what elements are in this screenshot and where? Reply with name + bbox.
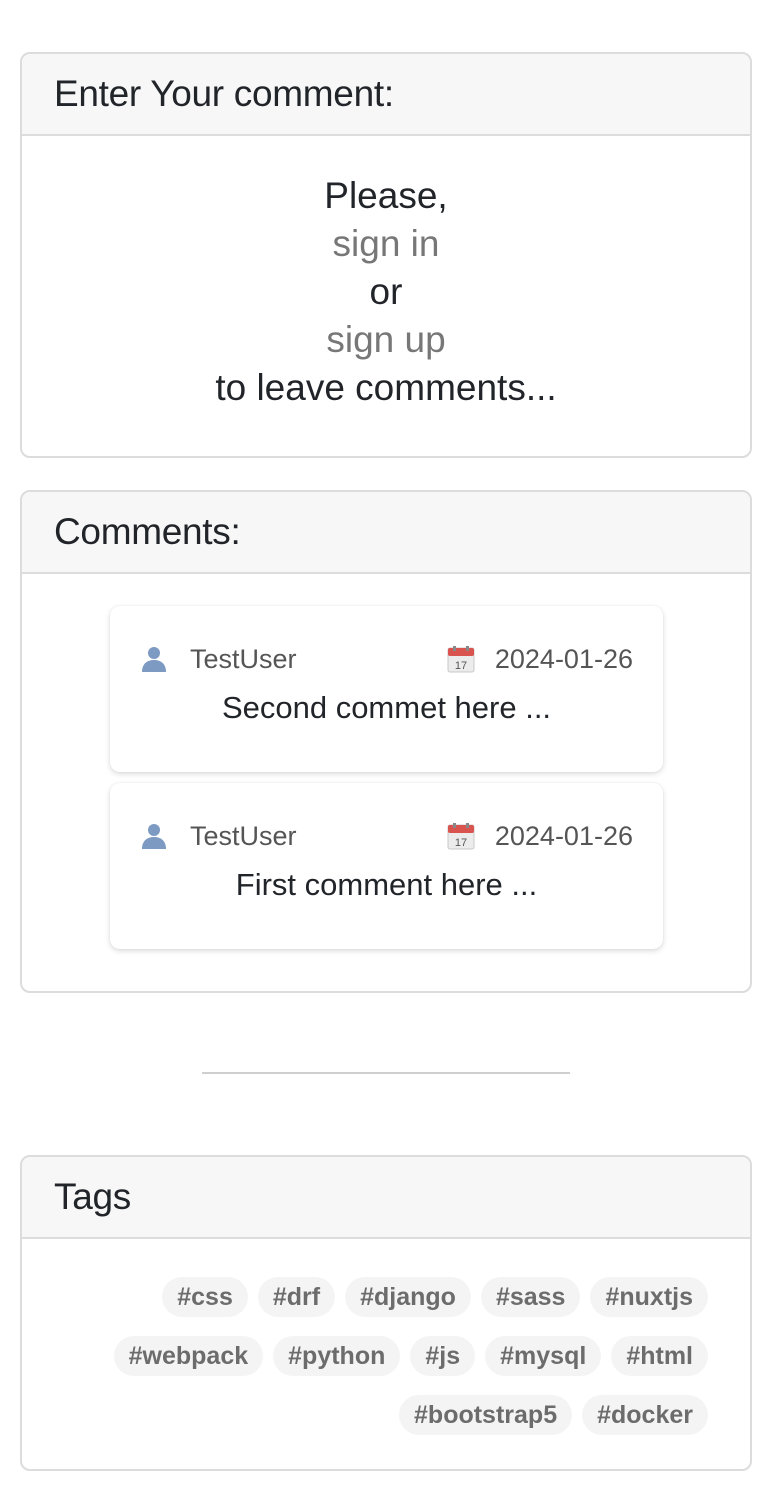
comment-date: 2024-01-26 [494, 643, 633, 674]
tag-link[interactable]: #mysql [485, 1336, 602, 1376]
signin-prompt: Please, sign in or sign up to leave comm… [22, 136, 750, 412]
tag-link[interactable]: #html [611, 1336, 708, 1376]
comments-list: TestUser 17 2024-01-26 Second commet her… [22, 574, 750, 991]
tags-title: Tags [22, 1157, 750, 1239]
comment-text: Second commet here ... [221, 690, 552, 725]
comment-author-block: TestUser [140, 644, 297, 675]
comment-date: 2024-01-26 [494, 820, 633, 851]
enter-comment-title: Enter Your comment: [22, 54, 750, 136]
tag-link[interactable]: #django [345, 1277, 471, 1317]
section-divider [202, 1072, 570, 1074]
comment-item: TestUser 17 2024-01-26 Second commet her… [110, 606, 663, 772]
tag-link[interactable]: #python [273, 1336, 401, 1376]
comment-date-block: 17 2024-01-26 [447, 644, 633, 675]
tag-link[interactable]: #nuxtjs [590, 1277, 708, 1317]
tag-link[interactable]: #webpack [113, 1336, 264, 1376]
comments-card: Comments: TestUser 17 2024-01-26 Second … [20, 490, 752, 993]
comment-text: First comment here ... [235, 867, 538, 902]
user-icon [142, 824, 166, 849]
comment-date-block: 17 2024-01-26 [447, 821, 633, 852]
tag-link[interactable]: #bootstrap5 [399, 1395, 573, 1435]
prompt-tail: to leave comments... [215, 367, 557, 408]
tag-link[interactable]: #sass [480, 1277, 581, 1317]
comment-meta: TestUser 17 2024-01-26 [140, 819, 633, 853]
comment-author: TestUser [190, 820, 297, 851]
tags-list: #css #drf #django #sass #nuxtjs #webpack… [22, 1239, 750, 1435]
calendar-icon: 17 [447, 646, 475, 673]
tag-link[interactable]: #css [162, 1277, 248, 1317]
page: Enter Your comment: Please, sign in or s… [0, 0, 766, 1486]
calendar-icon: 17 [447, 823, 475, 850]
comments-title: Comments: [22, 492, 750, 574]
enter-comment-card: Enter Your comment: Please, sign in or s… [20, 52, 752, 458]
tag-link[interactable]: #drf [257, 1277, 336, 1317]
sign-in-link[interactable]: sign in [22, 220, 750, 268]
tag-link[interactable]: #js [410, 1336, 476, 1376]
svg-text:17: 17 [455, 837, 467, 849]
comment-item: TestUser 17 2024-01-26 First comment her… [110, 783, 663, 949]
prompt-or: or [369, 271, 403, 312]
comment-author-block: TestUser [140, 821, 297, 852]
comment-author: TestUser [190, 643, 297, 674]
tags-card: Tags #css #drf #django #sass #nuxtjs #we… [20, 1155, 752, 1471]
prompt-please: Please, [324, 175, 448, 216]
comment-meta: TestUser 17 2024-01-26 [140, 642, 633, 676]
sign-up-link[interactable]: sign up [22, 316, 750, 364]
tag-link[interactable]: #docker [582, 1395, 708, 1435]
user-icon [142, 647, 166, 672]
svg-text:17: 17 [455, 660, 467, 672]
